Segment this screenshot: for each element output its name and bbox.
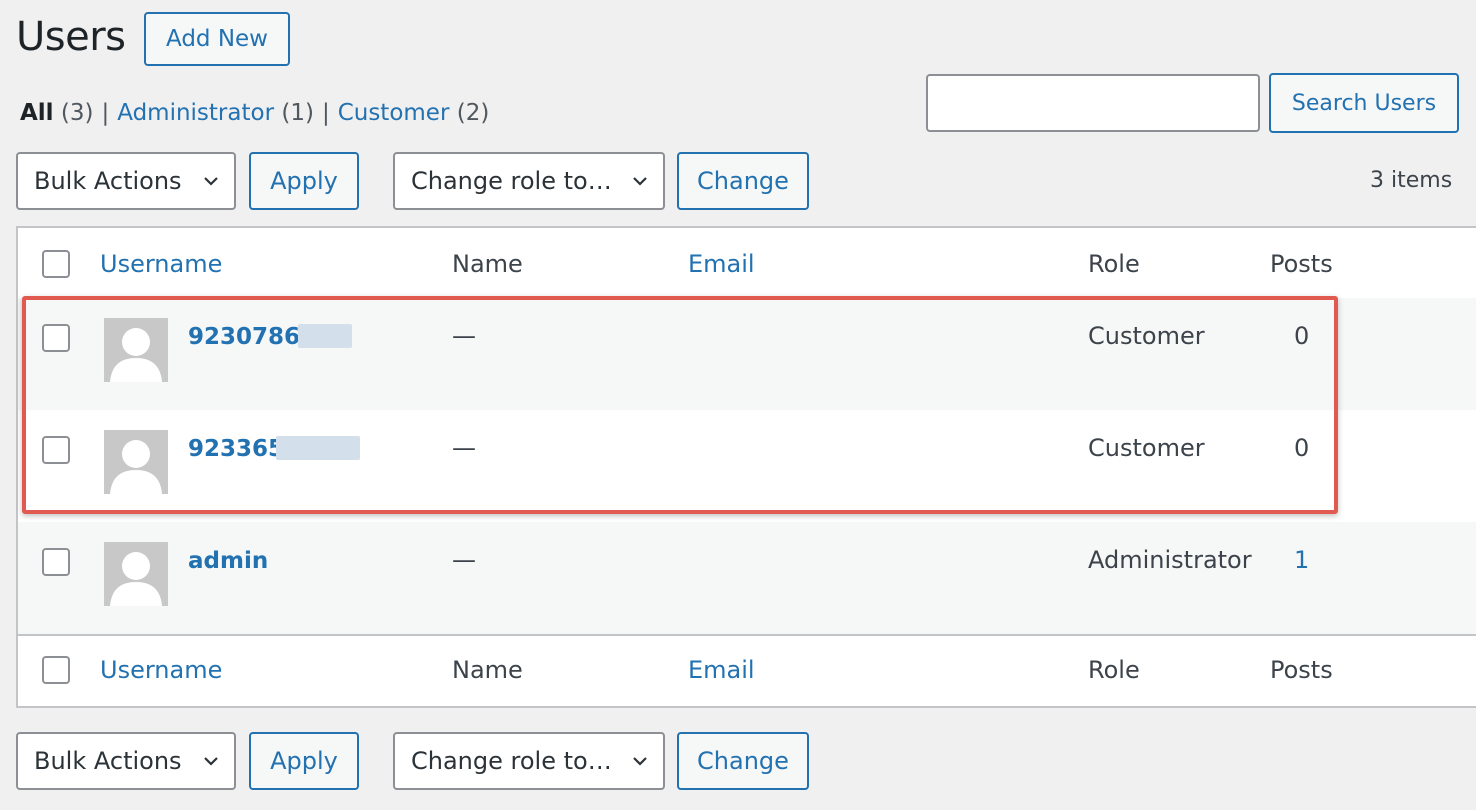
- avatar: [104, 542, 168, 606]
- change-role-select-value: Change role to…: [411, 747, 612, 775]
- column-email-footer[interactable]: Email: [688, 656, 755, 684]
- column-name-header: Name: [452, 250, 523, 278]
- change-role-select[interactable]: Change role to…: [393, 152, 665, 210]
- column-posts-header: Posts: [1270, 250, 1333, 278]
- change-role-button[interactable]: Change: [677, 152, 809, 210]
- change-role-select-bottom[interactable]: Change role to…: [393, 732, 665, 790]
- user-name: —: [452, 546, 476, 574]
- search-input[interactable]: [926, 74, 1260, 132]
- add-new-button[interactable]: Add New: [144, 12, 290, 66]
- column-role-header: Role: [1088, 250, 1140, 278]
- chevron-down-icon: [204, 757, 218, 766]
- row-checkbox[interactable]: [42, 548, 70, 576]
- column-email-header[interactable]: Email: [688, 250, 755, 278]
- table-footer-row: Username Name Email Role Posts: [18, 634, 1476, 708]
- change-role-select-value: Change role to…: [411, 167, 612, 195]
- user-role: Administrator: [1088, 546, 1252, 574]
- filter-all[interactable]: All (3): [20, 100, 93, 126]
- role-filter-links: All (3) | Administrator (1) | Customer (2): [20, 100, 490, 126]
- column-posts-footer: Posts: [1270, 656, 1333, 684]
- apply-button-bottom[interactable]: Apply: [249, 732, 359, 790]
- bulk-actions-select[interactable]: Bulk Actions: [16, 152, 236, 210]
- table-row: admin — Administrator 1: [18, 522, 1476, 634]
- chevron-down-icon: [204, 177, 218, 186]
- filter-customer[interactable]: Customer (2): [338, 100, 490, 126]
- highlight-box: [22, 296, 1338, 514]
- page-title: Users: [16, 14, 126, 60]
- select-all-checkbox[interactable]: [42, 250, 70, 278]
- column-username-footer[interactable]: Username: [100, 656, 222, 684]
- items-count: 3 items: [1370, 168, 1453, 193]
- column-username-header[interactable]: Username: [100, 250, 222, 278]
- bulk-actions-select-value: Bulk Actions: [34, 167, 182, 195]
- column-name-footer: Name: [452, 656, 523, 684]
- change-role-button-bottom[interactable]: Change: [677, 732, 809, 790]
- chevron-down-icon: [633, 177, 647, 186]
- bulk-actions-select-value: Bulk Actions: [34, 747, 182, 775]
- chevron-down-icon: [633, 757, 647, 766]
- apply-button[interactable]: Apply: [249, 152, 359, 210]
- table-header-row: Username Name Email Role Posts: [18, 228, 1476, 300]
- filter-administrator[interactable]: Administrator (1): [117, 100, 314, 126]
- search-users-button[interactable]: Search Users: [1269, 73, 1459, 133]
- user-posts-link[interactable]: 1: [1294, 546, 1309, 574]
- username-link[interactable]: admin: [188, 548, 268, 574]
- select-all-checkbox-footer[interactable]: [42, 656, 70, 684]
- bulk-actions-select-bottom[interactable]: Bulk Actions: [16, 732, 236, 790]
- column-role-footer: Role: [1088, 656, 1140, 684]
